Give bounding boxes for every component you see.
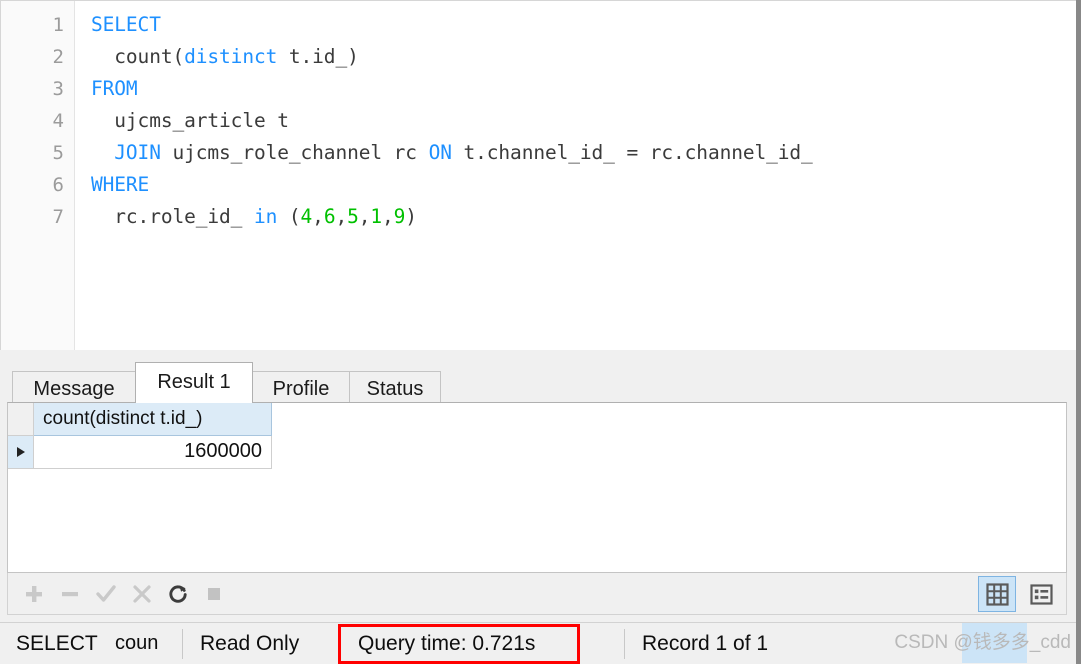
- code-token: ): [405, 205, 417, 228]
- grid-toolbar: [7, 573, 1067, 615]
- editor-result-splitter[interactable]: [0, 350, 1081, 361]
- code-line[interactable]: SELECT: [91, 9, 1080, 41]
- line-number: 3: [52, 78, 64, 100]
- code-token: ujcms_role_channel rc: [160, 141, 429, 164]
- apply-changes-button[interactable]: [88, 577, 124, 611]
- tab-profile-label: Profile: [272, 378, 330, 400]
- tab-message[interactable]: Message: [12, 371, 136, 403]
- code-token: (: [277, 205, 301, 228]
- statusbar-selection-highlight: [962, 623, 1027, 663]
- line-number: 5: [52, 142, 64, 164]
- status-statement-detail: coun: [115, 632, 159, 654]
- code-line[interactable]: JOIN ujcms_role_channel rc ON t.channel_…: [91, 137, 1080, 169]
- code-token: 4: [300, 205, 313, 228]
- status-record-position: Record 1 of 1: [642, 632, 769, 655]
- code-line[interactable]: count(distinct t.id_): [91, 41, 1080, 73]
- code-token: SELECT: [91, 13, 161, 36]
- code-token: ON: [428, 141, 452, 164]
- result-grid[interactable]: count(distinct t.id_) 1600000: [7, 402, 1067, 573]
- code-token: JOIN: [114, 141, 161, 164]
- code-token: ,: [312, 205, 324, 228]
- result-panel: Message Result 1 Profile Status count(di…: [0, 361, 1081, 622]
- tab-result-1-label: Result 1: [157, 371, 231, 393]
- result-tabstrip: Message Result 1 Profile Status: [0, 361, 1081, 403]
- delete-record-button[interactable]: [52, 577, 88, 611]
- editor-line-number-gutter: 1 2 3 4 5 6 7: [1, 1, 75, 350]
- sql-code-area[interactable]: SELECT count(distinct t.id_) FROM ujcms_a…: [75, 1, 1080, 350]
- status-statement: SELECT: [16, 632, 98, 655]
- code-token: 6: [323, 205, 336, 228]
- table-row[interactable]: 1600000: [8, 436, 272, 469]
- code-token: t.channel_id_ = rc.channel_id_: [451, 141, 813, 164]
- status-query-time: Query time: 0.721s: [358, 632, 536, 655]
- code-line[interactable]: FROM: [91, 73, 1080, 105]
- grid-view-button[interactable]: [978, 576, 1016, 612]
- refresh-button[interactable]: [160, 577, 196, 611]
- code-line[interactable]: rc.role_id_ in (4,6,5,1,9): [91, 201, 1080, 233]
- grid-corner-cell: [8, 403, 34, 436]
- add-record-button[interactable]: [16, 577, 52, 611]
- code-token: count(: [91, 45, 185, 68]
- tab-status[interactable]: Status: [349, 371, 441, 403]
- line-number: 1: [52, 14, 64, 36]
- grid-column-header[interactable]: count(distinct t.id_): [34, 403, 272, 436]
- code-token: in: [253, 205, 278, 228]
- code-token: FROM: [91, 77, 138, 100]
- code-line[interactable]: ujcms_article t: [91, 105, 1080, 137]
- view-mode-buttons: [978, 576, 1060, 612]
- code-line[interactable]: WHERE: [91, 169, 1080, 201]
- code-token: rc.role_id_: [91, 205, 254, 228]
- code-token: WHERE: [91, 173, 150, 196]
- window-right-border: [1076, 0, 1081, 664]
- code-token: distinct: [184, 45, 278, 68]
- tab-status-label: Status: [366, 378, 424, 400]
- form-view-button[interactable]: [1022, 576, 1060, 612]
- code-token: ,: [335, 205, 348, 228]
- status-separator-1: [182, 629, 183, 659]
- line-number: 4: [52, 110, 64, 132]
- tab-message-label: Message: [33, 378, 115, 400]
- code-token: ,: [358, 205, 371, 228]
- row-arrow-icon: [17, 447, 25, 457]
- code-token: t.id_): [277, 45, 359, 68]
- line-number: 6: [52, 174, 64, 196]
- grid-cell-count[interactable]: 1600000: [34, 436, 272, 469]
- code-token: 5: [347, 205, 359, 228]
- line-number: 2: [52, 46, 64, 68]
- status-separator-2: [340, 629, 341, 659]
- database-client-window: 1234567 SELECT count(distinct t.id_) FROM…: [0, 0, 1081, 664]
- code-token: 1: [370, 205, 383, 228]
- tab-result-1[interactable]: Result 1: [135, 362, 253, 403]
- code-token: 9: [393, 205, 406, 228]
- status-bar: SELECT coun Read Only Query time: 0.721s…: [0, 622, 1081, 664]
- cancel-changes-button[interactable]: [124, 577, 160, 611]
- line-number: 7: [52, 206, 64, 228]
- stop-button[interactable]: [196, 577, 232, 611]
- grid-header-row: count(distinct t.id_): [8, 403, 272, 436]
- sql-editor[interactable]: 1234567 SELECT count(distinct t.id_) FROM…: [0, 0, 1081, 350]
- current-row-indicator: [8, 436, 34, 469]
- tab-profile[interactable]: Profile: [252, 371, 350, 403]
- code-token: ,: [382, 205, 394, 228]
- code-token: ujcms_article t: [91, 109, 289, 132]
- grid-toolbar-buttons: [16, 573, 232, 615]
- status-read-only: Read Only: [200, 632, 300, 655]
- status-separator-3: [624, 629, 625, 659]
